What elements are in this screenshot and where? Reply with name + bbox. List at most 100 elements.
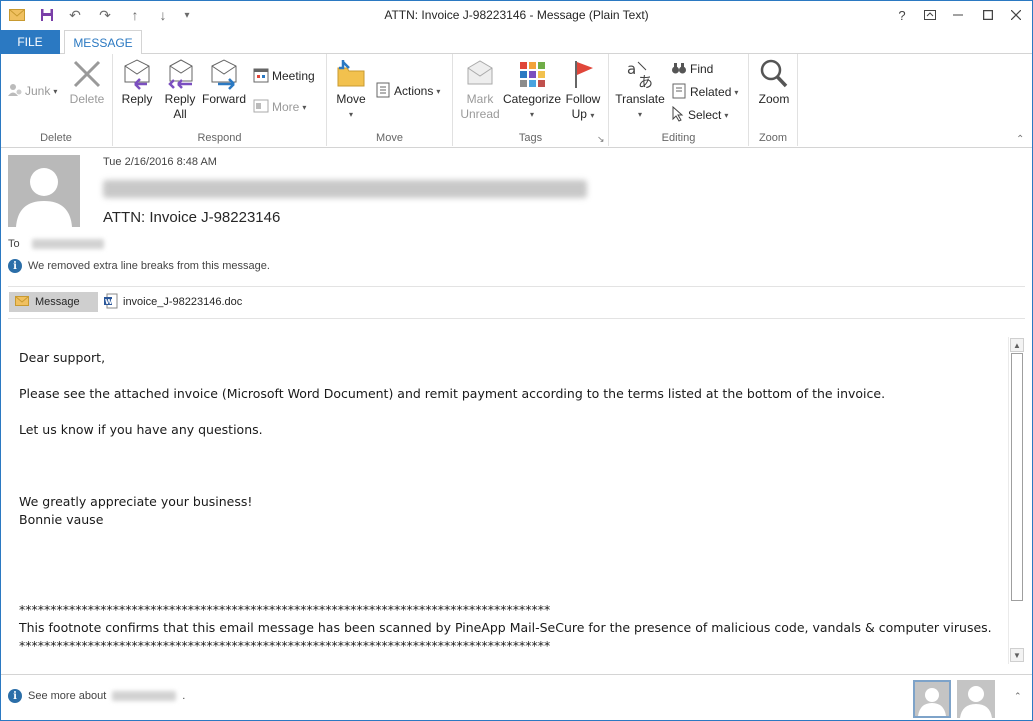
people-pane: i See more about . ⌃ <box>0 674 1033 721</box>
translate-button[interactable]: aあ Translate ▾ <box>615 58 665 122</box>
maximize-icon[interactable] <box>974 4 1002 26</box>
group-label-respond: Respond <box>197 132 242 144</box>
divider <box>8 318 1025 319</box>
reply-button[interactable]: Reply <box>119 58 155 107</box>
mark-unread-button[interactable]: Mark Unread <box>459 58 501 122</box>
people-avatar-sender[interactable] <box>913 680 951 718</box>
junk-icon <box>8 83 22 100</box>
select-button[interactable]: Select ▾ <box>671 105 729 125</box>
follow-up-label-1: Follow <box>565 92 601 106</box>
line-breaks-notice[interactable]: i We removed extra line breaks from this… <box>8 259 270 273</box>
see-more-suffix: . <box>182 690 186 702</box>
contact-name-redacted <box>112 691 177 701</box>
delete-group: Junk ▾ Delete Delete <box>0 54 113 146</box>
svg-text:a: a <box>627 60 636 78</box>
binoculars-icon <box>671 60 687 79</box>
envelope-icon <box>15 295 29 309</box>
sent-date: Tue 2/16/2016 8:48 AM <box>103 156 217 168</box>
translate-icon: aあ <box>624 58 656 91</box>
forward-icon <box>208 58 240 90</box>
reply-all-label-2: All <box>173 107 187 121</box>
delete-button[interactable]: Delete <box>68 58 106 107</box>
actions-button[interactable]: Actions ▾ <box>375 82 440 100</box>
close-icon[interactable] <box>1002 4 1030 26</box>
see-more-about[interactable]: i See more about . <box>8 689 185 703</box>
respond-group: Reply Reply All Forward Meeting More ▾ R… <box>113 54 327 146</box>
more-label: More <box>272 100 300 114</box>
zoom-button[interactable]: Zoom <box>755 58 793 107</box>
body-scrollbar[interactable]: ▲ ▼ <box>1008 337 1024 664</box>
ribbon-display-options-icon[interactable] <box>916 4 944 26</box>
sender-avatar <box>8 155 80 227</box>
message-button-label: Message <box>35 296 80 308</box>
see-more-prefix: See more about <box>28 690 107 702</box>
move-button[interactable]: Move ▾ <box>333 58 369 122</box>
junk-button[interactable]: Junk ▾ <box>8 82 57 100</box>
help-button[interactable]: ? <box>888 4 916 26</box>
forward-button[interactable]: Forward <box>201 58 247 107</box>
reply-label: Reply <box>121 92 153 106</box>
categorize-button[interactable]: Categorize ▾ <box>503 58 561 122</box>
follow-up-button[interactable]: Follow Up ▾ <box>563 58 603 123</box>
find-button[interactable]: Find <box>671 60 713 78</box>
svg-text:W: W <box>105 298 113 306</box>
more-icon <box>253 98 269 117</box>
flag-icon <box>567 58 599 90</box>
related-label: Related <box>690 85 732 99</box>
tags-group: Mark Unread Categorize ▾ Follow Up ▾ Tag… <box>453 54 609 146</box>
forward-label: Forward <box>201 92 246 106</box>
junk-label: Junk <box>25 84 51 98</box>
categorize-icon <box>516 58 548 90</box>
reply-icon <box>121 58 153 90</box>
expand-people-pane-icon[interactable]: ⌃ <box>1014 691 1022 702</box>
tab-message[interactable]: MESSAGE <box>64 30 142 55</box>
recipient-redacted[interactable] <box>32 239 104 249</box>
move-group: Move ▾ Actions ▾ Move <box>327 54 453 146</box>
chevron-down-icon: ▾ <box>302 102 307 112</box>
chevron-down-icon: ▾ <box>724 110 729 120</box>
tags-dialog-launcher-icon[interactable]: ↘ <box>597 134 605 145</box>
chevron-down-icon: ▾ <box>53 86 58 96</box>
reply-all-label-1: Reply <box>164 92 196 106</box>
info-icon: i <box>8 689 22 703</box>
to-label: To <box>8 238 20 250</box>
actions-icon <box>375 82 391 101</box>
tab-file[interactable]: FILE <box>0 30 60 54</box>
message-body-text: Dear support, Please see the attached in… <box>19 350 992 653</box>
more-button[interactable]: More ▾ <box>253 98 306 116</box>
ribbon: Junk ▾ Delete Delete Reply Reply All For… <box>0 54 1033 148</box>
message-button[interactable]: Message <box>9 292 98 312</box>
meeting-button[interactable]: Meeting <box>253 67 315 85</box>
select-label: Select <box>688 108 722 122</box>
related-button[interactable]: Related ▾ <box>671 83 738 101</box>
editing-group: aあ Translate ▾ Find Related ▾ Select ▾ E… <box>609 54 749 146</box>
delete-label: Delete <box>69 92 105 106</box>
attachment[interactable]: W invoice_J-98223146.doc <box>104 292 242 312</box>
sender-name-redacted <box>103 180 587 198</box>
zoom-label: Zoom <box>758 92 790 106</box>
svg-text:あ: あ <box>638 73 653 90</box>
group-label-editing: Editing <box>661 132 696 144</box>
collapse-ribbon-icon[interactable]: ⌃ <box>1016 134 1024 145</box>
people-avatar-recipient[interactable] <box>957 680 995 718</box>
scroll-down-icon[interactable]: ▼ <box>1010 648 1024 662</box>
actions-label: Actions <box>394 84 434 98</box>
cursor-icon <box>671 105 685 125</box>
related-icon <box>671 83 687 102</box>
minimize-icon[interactable] <box>944 4 972 26</box>
chevron-down-icon: ▾ <box>734 87 739 97</box>
scrollbar-thumb[interactable] <box>1011 353 1023 601</box>
magnifier-icon <box>758 58 790 90</box>
scroll-up-icon[interactable]: ▲ <box>1010 338 1024 352</box>
reply-all-icon <box>164 58 196 90</box>
group-label-tags: Tags <box>518 132 543 144</box>
reply-all-button[interactable]: Reply All <box>161 58 199 122</box>
translate-label: Translate <box>615 92 665 106</box>
zoom-group: Zoom Zoom <box>749 54 798 146</box>
chevron-down-icon: ▾ <box>436 86 441 96</box>
move-folder-icon <box>335 58 367 90</box>
find-label: Find <box>690 62 714 76</box>
message-body[interactable]: Dear support, Please see the attached in… <box>8 336 1008 664</box>
move-label: Move <box>336 92 366 106</box>
group-label-zoom: Zoom <box>758 132 788 144</box>
